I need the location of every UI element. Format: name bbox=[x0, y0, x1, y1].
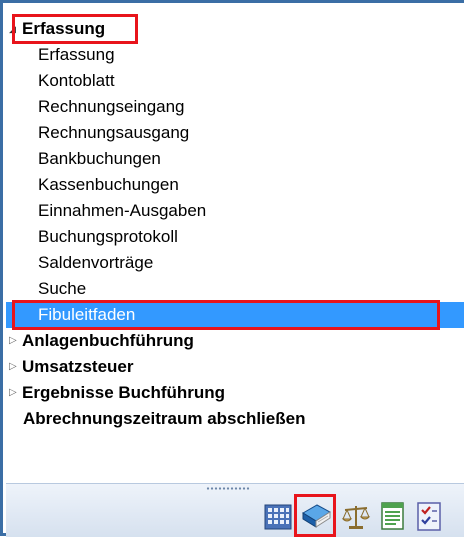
tree-item-erfassung[interactable]: Erfassung bbox=[6, 42, 464, 68]
tree-item-einnahmen-ausgaben[interactable]: Einnahmen-Ausgaben bbox=[6, 198, 464, 224]
tree-item-label: Einnahmen-Ausgaben bbox=[38, 201, 207, 220]
tree-item-kassenbuchungen[interactable]: Kassenbuchungen bbox=[6, 172, 464, 198]
tree-group-label: Erfassung bbox=[22, 19, 106, 38]
tree-item-label: Rechnungsausgang bbox=[38, 123, 190, 142]
highlight-book-icon-box bbox=[294, 494, 336, 537]
tree-item-rechnungseingang[interactable]: Rechnungseingang bbox=[6, 94, 464, 120]
tree-item-label: Erfassung bbox=[38, 45, 115, 64]
tree-item-label: Kontoblatt bbox=[38, 71, 115, 90]
tree-item-label: Buchungsprotokoll bbox=[38, 227, 178, 246]
tree-group-label: Anlagenbuchführung bbox=[22, 331, 194, 350]
tree-group-umsatzsteuer[interactable]: ▷ Umsatzsteuer bbox=[6, 354, 464, 380]
tree-item-label: Saldenvorträge bbox=[38, 253, 154, 272]
tree-item-label: Suche bbox=[38, 279, 87, 298]
tree-item-kontoblatt[interactable]: Kontoblatt bbox=[6, 68, 464, 94]
tree-group-ergebnisse-buchfuehrung[interactable]: ▷ Ergebnisse Buchführung bbox=[6, 380, 464, 406]
tree-item-label: Abrechnungszeitraum abschließen bbox=[23, 409, 306, 428]
tree-item-label: Kassenbuchungen bbox=[38, 175, 179, 194]
tree-group-label: Umsatzsteuer bbox=[22, 357, 134, 376]
tree-item-buchungsprotokoll[interactable]: Buchungsprotokoll bbox=[6, 224, 464, 250]
tree-group-erfassung[interactable]: ◢ Erfassung bbox=[6, 16, 464, 42]
expanded-triangle-icon[interactable]: ◢ bbox=[9, 16, 21, 42]
navigation-toolbar bbox=[6, 483, 464, 537]
checklist-icon[interactable] bbox=[413, 500, 445, 532]
tree-item-label: Bankbuchungen bbox=[38, 149, 161, 168]
scales-icon[interactable] bbox=[340, 500, 372, 532]
tree-group-label: Ergebnisse Buchführung bbox=[22, 383, 226, 402]
collapsed-triangle-icon[interactable]: ▷ bbox=[9, 380, 21, 406]
splitter-grip[interactable] bbox=[206, 487, 250, 490]
tree-item-bankbuchungen[interactable]: Bankbuchungen bbox=[6, 146, 464, 172]
ledger-sheet-icon[interactable] bbox=[376, 500, 408, 532]
tree-item-rechnungsausgang[interactable]: Rechnungsausgang bbox=[6, 120, 464, 146]
tree-item-fibuleitfaden[interactable]: Fibuleitfaden bbox=[6, 302, 464, 328]
navigation-panel: ◢ Erfassung Erfassung Kontoblatt Rechnun… bbox=[0, 0, 464, 537]
tree-item-saldenvortraege[interactable]: Saldenvorträge bbox=[6, 250, 464, 276]
collapsed-triangle-icon[interactable]: ▷ bbox=[9, 354, 21, 380]
building-grid-icon[interactable] bbox=[262, 500, 294, 532]
collapsed-triangle-icon[interactable]: ▷ bbox=[9, 328, 21, 354]
tree-item-suche[interactable]: Suche bbox=[6, 276, 464, 302]
tree-item-label: Fibuleitfaden bbox=[38, 305, 136, 324]
tree-group-anlagenbuchfuehrung[interactable]: ▷ Anlagenbuchführung bbox=[6, 328, 464, 354]
tree-item-abrechnungszeitraum-abschliessen[interactable]: Abrechnungszeitraum abschließen bbox=[6, 406, 464, 432]
tree-item-label: Rechnungseingang bbox=[38, 97, 185, 116]
